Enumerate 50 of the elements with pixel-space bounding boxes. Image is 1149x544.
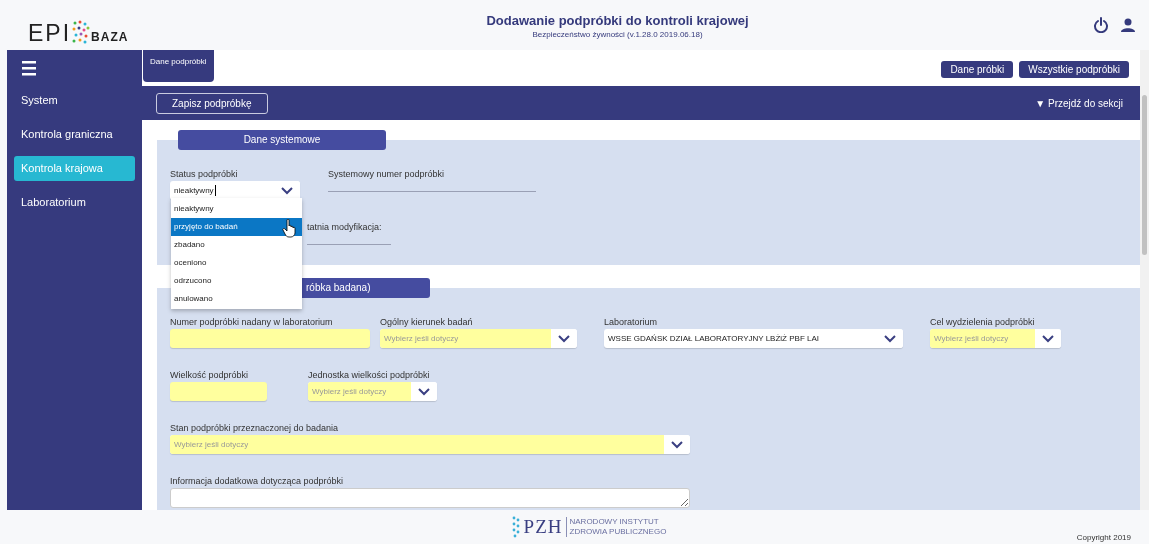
select-field[interactable]: nieaktywny: [170, 181, 300, 200]
save-button[interactable]: Zapisz podpróbkę: [156, 92, 268, 114]
field-label: tatnia modyfikacja:: [307, 221, 383, 233]
field-label: Status podpróbki: [170, 168, 239, 180]
page-title: Dodawanie podpróbki do kontroli krajowej: [486, 13, 749, 28]
field-label: Informacja dodatkowa dotycząca podpróbki: [170, 475, 345, 487]
sidebar-item[interactable]: Kontrola graniczna: [14, 122, 135, 147]
menu-icon[interactable]: [22, 61, 36, 76]
logo-text: BAZA: [91, 30, 129, 44]
section-header: Dane systemowe: [178, 130, 386, 150]
jump-to-section-link[interactable]: ▼ Przejdź do sekcji: [1035, 97, 1123, 109]
hand-cursor-icon: [282, 219, 296, 238]
logo-text: PZH: [523, 517, 567, 537]
field-label: Jednostka wielkości podpróbki: [308, 369, 431, 381]
dropdown-option[interactable]: przyjęto do badań: [171, 218, 302, 236]
field-label: Cel wydzielenia podpróbki: [930, 316, 1036, 328]
sidebar-item[interactable]: Laboratorium: [14, 190, 135, 215]
nav-button[interactable]: Dane próbki: [941, 61, 1014, 78]
field-label: Numer podpróbki nadany w laboratorium: [170, 316, 334, 328]
nav-button[interactable]: Wszystkie podpróbki: [1019, 61, 1129, 78]
scrollbar[interactable]: [1140, 50, 1149, 510]
field-label: Ogólny kierunek badań: [380, 316, 474, 328]
dropdown-option[interactable]: nieaktywny: [171, 200, 302, 218]
logo-dots-icon: [71, 20, 91, 44]
tab[interactable]: Dane podpróbki: [143, 50, 215, 82]
chevron-down-icon: [883, 333, 897, 344]
field-label: Stan podpróbki przeznaczonej do badania: [170, 422, 340, 434]
page-subtitle: Bezpieczeństwo żywności (v.1.28.0 2019.06.18): [532, 30, 703, 39]
dropdown-option[interactable]: oceniono: [171, 254, 302, 272]
power-icon[interactable]: [1093, 17, 1109, 33]
dna-icon: [510, 515, 521, 539]
copyright-text: Copyright 2019: [1076, 533, 1131, 542]
chevron-down-icon: [1041, 333, 1055, 344]
chevron-down-icon: [557, 333, 571, 344]
select-field[interactable]: WSSE GDAŃSK DZIAŁ LABORATORYJNY LBŻiŻ PBF LAI: [604, 329, 903, 348]
sidebar-item[interactable]: System: [14, 88, 135, 113]
field-label: Wielkość podpróbki: [170, 369, 250, 381]
chevron-down-icon: [670, 439, 684, 450]
chevron-down-icon: [280, 185, 294, 196]
field-label: Laboratorium: [604, 316, 659, 328]
institute-name: ZDROWIA PUBLICZNEGO: [569, 527, 667, 537]
chevron-down-icon: [417, 386, 431, 397]
dropdown-option[interactable]: zbadano: [171, 236, 302, 254]
input-field[interactable]: [170, 382, 267, 401]
user-icon[interactable]: [1121, 18, 1135, 32]
institute-name: NARODOWY INSTYTUT: [569, 517, 660, 527]
field-label: Systemowy numer podpróbki: [328, 168, 446, 180]
input-field[interactable]: [170, 329, 370, 348]
logo-text: EPI: [28, 22, 72, 44]
textarea-field[interactable]: [170, 488, 690, 508]
